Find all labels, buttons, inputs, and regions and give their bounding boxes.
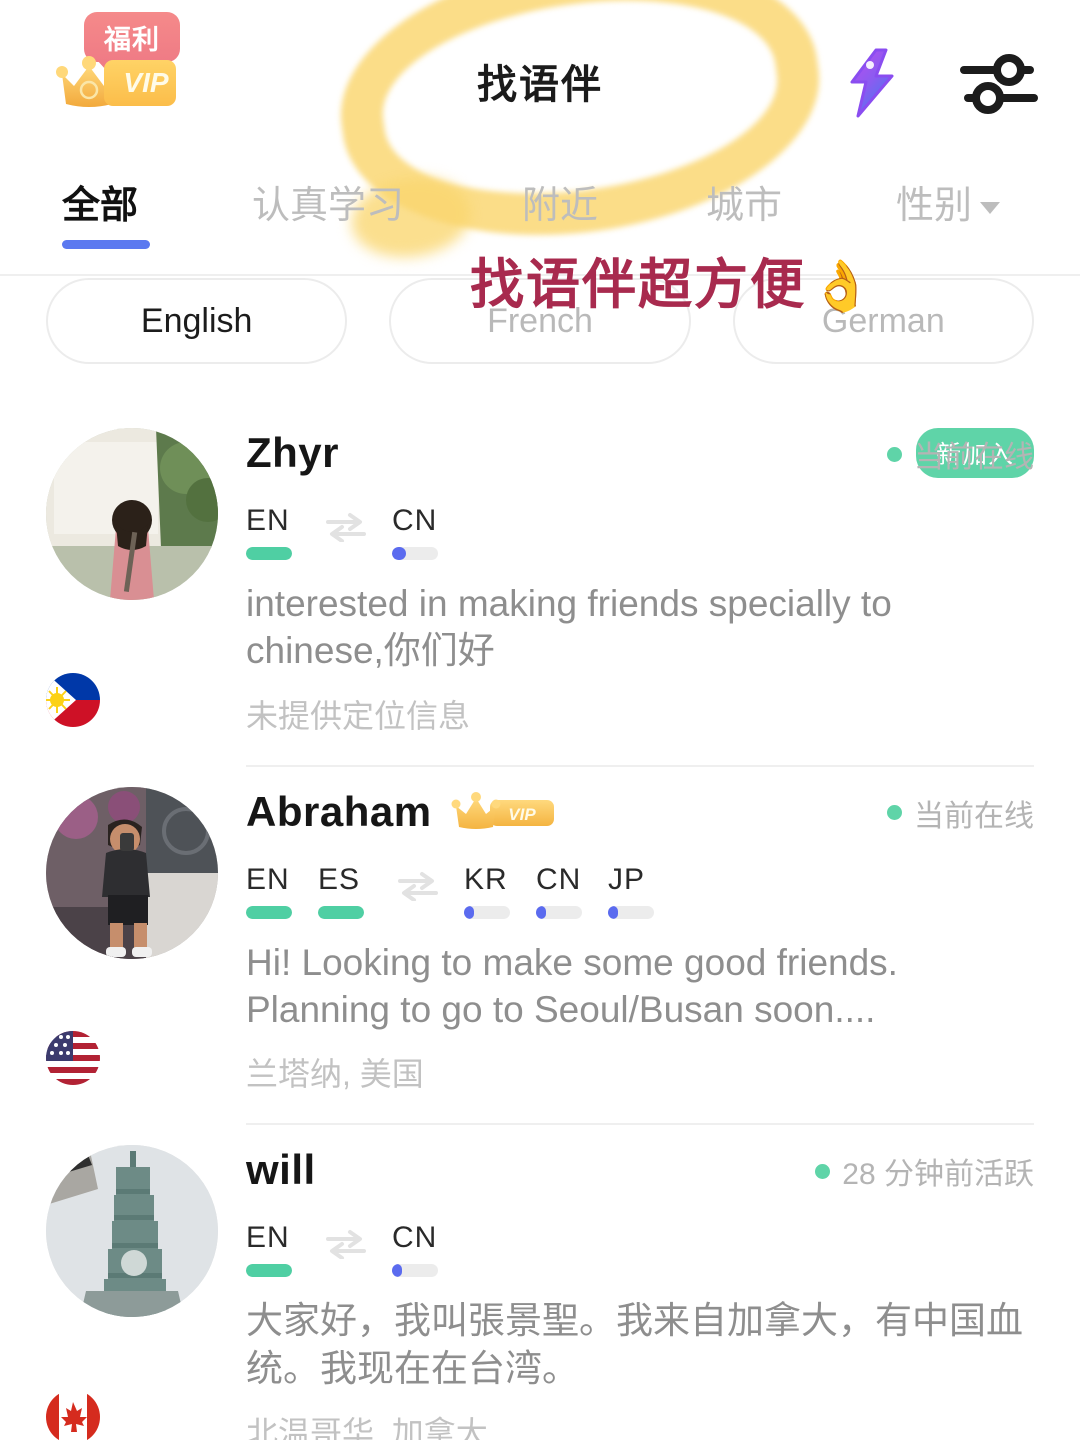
learning-language: JP: [608, 863, 654, 919]
user-info: Abraham VIP EN ES KR CN JP 当前在线 Hi! Look…: [222, 781, 1034, 1096]
user-location: 未提供定位信息: [246, 697, 471, 734]
philippines-flag-icon: [42, 668, 104, 731]
language-levels: EN ES KR CN JP: [246, 857, 1034, 919]
user-name: Zhyr: [246, 429, 340, 476]
learning-language-code: CN: [536, 862, 582, 896]
tab-gender-label: 性别: [896, 185, 973, 227]
list-item[interactable]: Abraham VIP EN ES KR CN JP 当前在线 Hi! Look…: [0, 767, 1080, 1126]
filter-sliders-icon[interactable]: [960, 52, 1038, 114]
online-dot-icon: [887, 446, 902, 462]
avatar[interactable]: [46, 428, 218, 600]
learning-language-code: CN: [392, 504, 438, 537]
tab-all[interactable]: 全部: [62, 174, 138, 229]
native-language-code: EN: [246, 862, 290, 896]
level-bar: [318, 905, 364, 919]
pill-french[interactable]: French: [389, 278, 691, 364]
native-language: EN: [246, 863, 292, 919]
pill-german[interactable]: German: [732, 278, 1034, 364]
user-name: Abraham: [246, 787, 432, 835]
learning-language-code: CN: [392, 1221, 438, 1255]
online-status-label: 当前在线: [914, 441, 1034, 474]
language-filter-pills: English French German: [0, 278, 1080, 408]
avatar[interactable]: [46, 786, 218, 959]
level-bar: [464, 905, 510, 919]
level-bar: [392, 1264, 438, 1278]
user-bio: 大家好，我叫張景聖。我来自加拿大，有中国血统。我现在在台湾。: [246, 1300, 1023, 1389]
list-item[interactable]: Zhyr 新加入 EN CN 当前在线 interested in making…: [0, 408, 1080, 767]
tab-city[interactable]: 城市: [706, 174, 782, 229]
online-status: 当前在线: [887, 432, 1034, 476]
online-status: 28 分钟前活跃: [815, 1149, 1034, 1193]
learning-language: CN: [536, 863, 582, 919]
level-bar: [246, 1264, 292, 1278]
online-status: 当前在线: [887, 791, 1034, 835]
avatar[interactable]: [46, 1145, 218, 1318]
avatar-wrap[interactable]: [42, 781, 222, 1096]
exchange-arrows-icon: [326, 1230, 366, 1260]
native-language-code: EN: [246, 1221, 290, 1255]
native-language-code: ES: [318, 862, 361, 896]
learning-language: KR: [464, 863, 510, 919]
lightning-bolt-icon[interactable]: [840, 48, 904, 118]
app-screen: 福利 VIP 找语伴 全部 认真学习 附近 城市 性别 找语伴超方便👌 Engl…: [0, 0, 1080, 1440]
canada-flag-icon: [42, 1386, 104, 1440]
avatar-wrap[interactable]: [42, 1139, 222, 1440]
active-tab-underline: [62, 240, 150, 249]
learning-language-code: JP: [608, 862, 646, 896]
level-bar: [392, 547, 438, 560]
user-list: Zhyr 新加入 EN CN 当前在线 interested in making…: [0, 408, 1080, 1440]
learning-language-code: KR: [464, 862, 508, 896]
online-dot-icon: [815, 1163, 831, 1179]
pill-english[interactable]: English: [46, 278, 348, 364]
native-language-code: EN: [246, 504, 290, 537]
online-status-label: 28 分钟前活跃: [842, 1158, 1034, 1192]
chevron-down-icon: [980, 201, 1001, 214]
language-levels: EN CN: [246, 1215, 1034, 1278]
user-info: will EN CN 28 分钟前活跃 大家好，我叫張景聖。我来自加拿大，有中国…: [222, 1139, 1034, 1440]
category-tabs: 全部 认真学习 附近 城市 性别: [0, 168, 1080, 278]
online-status-label: 当前在线: [914, 799, 1034, 833]
avatar-wrap[interactable]: [42, 422, 222, 737]
learning-language: CN: [392, 504, 438, 560]
page-title: 找语伴: [477, 63, 603, 107]
level-bar: [608, 905, 654, 919]
learning-language: CN: [392, 1221, 438, 1278]
user-name: will: [246, 1146, 316, 1194]
app-header: 福利 VIP 找语伴: [0, 0, 1080, 168]
online-dot-icon: [887, 805, 902, 821]
tabs-divider: [0, 274, 1080, 276]
user-info: Zhyr 新加入 EN CN 当前在线 interested in making…: [222, 422, 1034, 737]
vip-badge: VIP: [450, 791, 558, 832]
tab-gender[interactable]: 性别: [896, 174, 1001, 229]
language-levels: EN CN: [246, 498, 1034, 560]
level-bar: [246, 547, 292, 560]
user-bio: interested in making friends specially t…: [246, 583, 892, 672]
exchange-arrows-icon: [398, 871, 438, 901]
user-location: 北温哥华, 加拿大: [246, 1415, 488, 1440]
level-bar: [246, 905, 292, 919]
native-language: ES: [318, 863, 364, 919]
user-bio: Hi! Looking to make some good friends. P…: [246, 941, 898, 1031]
native-language: EN: [246, 504, 292, 560]
tab-study[interactable]: 认真学习: [252, 174, 404, 229]
list-item[interactable]: will EN CN 28 分钟前活跃 大家好，我叫張景聖。我来自加拿大，有中国…: [0, 1125, 1080, 1440]
user-location: 兰塔纳, 美国: [246, 1056, 424, 1093]
exchange-arrows-icon: [326, 513, 366, 542]
native-language: EN: [246, 1221, 292, 1278]
tab-nearby[interactable]: 附近: [522, 174, 598, 229]
usa-flag-icon: [42, 1027, 104, 1090]
level-bar: [536, 905, 582, 919]
svg-text:VIP: VIP: [508, 805, 536, 824]
